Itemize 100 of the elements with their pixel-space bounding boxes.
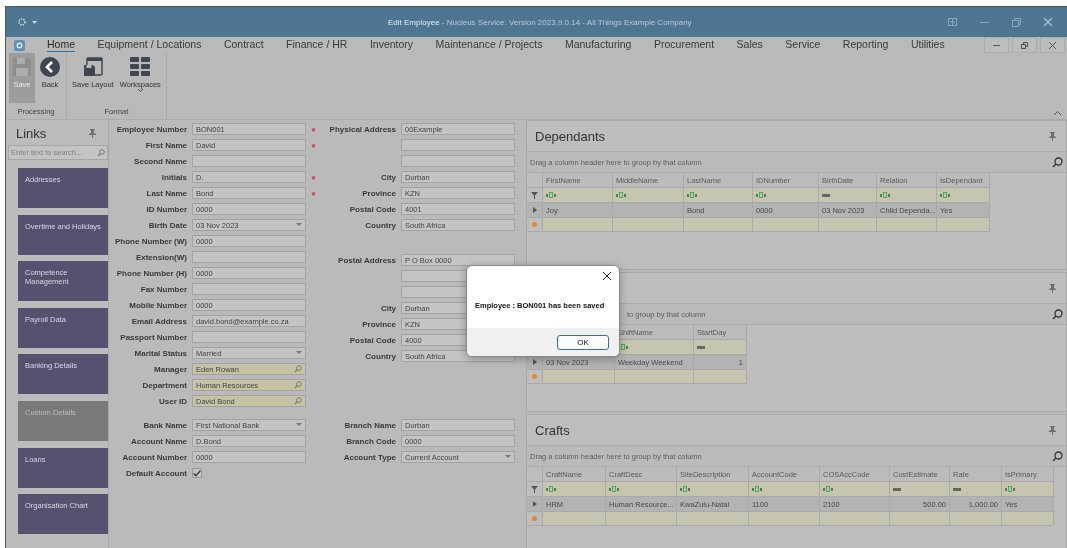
caret-icon[interactable] [296, 351, 302, 355]
filter-text-icon[interactable] [1005, 486, 1015, 492]
search-icon[interactable] [1052, 308, 1063, 320]
filter-text-icon[interactable] [880, 192, 890, 198]
field-label: Marital Status [133, 348, 188, 358]
filter-cell[interactable] [1002, 482, 1054, 497]
panel-icon[interactable] [947, 18, 957, 26]
menu-tab[interactable]: Utilities [910, 38, 945, 52]
filter-text-icon[interactable] [680, 486, 690, 492]
field-label: Employee Number [115, 124, 188, 134]
filter-cell[interactable] [543, 482, 606, 497]
back-icon [40, 57, 60, 77]
menu-tab[interactable]: Equipment / Locations [97, 38, 202, 52]
field-label: Postal Code [348, 335, 397, 345]
equals-icon[interactable] [953, 487, 961, 491]
new-row-icon [532, 516, 537, 521]
menu-tab[interactable]: Procurement [653, 38, 715, 52]
filter-cell[interactable] [606, 482, 677, 497]
collapse-icon[interactable] [1054, 111, 1061, 115]
minimize-icon[interactable] [979, 21, 989, 23]
row-indicator-icon [532, 207, 537, 213]
menu-tab[interactable]: Finance / HR [286, 38, 348, 52]
filter-text-icon[interactable] [546, 192, 556, 198]
grid-icon [130, 57, 151, 77]
field-label: Branch Name [343, 420, 397, 430]
field-label: Postal Address [337, 255, 397, 265]
field-label: Fax Number [139, 284, 188, 294]
pin-icon[interactable] [1049, 425, 1056, 435]
restore-icon[interactable] [1011, 17, 1021, 27]
filter-cell[interactable] [749, 482, 820, 497]
filter-cell[interactable] [684, 188, 753, 203]
pin-icon[interactable] [1049, 283, 1056, 293]
new-row-icon [532, 222, 537, 227]
filter-text-icon[interactable] [752, 486, 762, 492]
search-icon[interactable] [1052, 156, 1063, 168]
equals-icon[interactable] [697, 345, 705, 349]
close-icon[interactable] [603, 272, 611, 280]
text-field[interactable] [401, 155, 515, 167]
menu-tab[interactable]: Home [47, 38, 75, 52]
text-field[interactable] [192, 251, 306, 263]
filter-cell[interactable] [890, 482, 950, 497]
text-field[interactable] [401, 139, 515, 151]
pin-icon[interactable] [89, 129, 96, 138]
field-label: Department [141, 380, 188, 390]
menu-tab[interactable]: Manufacturing [564, 38, 632, 52]
equals-icon[interactable] [893, 487, 901, 491]
text-field[interactable] [192, 283, 306, 295]
filter-icon[interactable] [531, 485, 538, 493]
menu-tab[interactable]: Contract [223, 38, 264, 52]
filter-text-icon[interactable] [609, 486, 619, 492]
filter-cell[interactable] [819, 188, 877, 203]
minimize-icon [993, 44, 1000, 46]
close-button[interactable] [1040, 37, 1065, 53]
filter-cell[interactable] [820, 482, 890, 497]
pin-icon[interactable] [1049, 131, 1056, 141]
required-icon [310, 190, 316, 196]
filter-text-icon[interactable] [823, 486, 833, 492]
filter-text-icon[interactable] [546, 486, 556, 492]
window-title: Edit Employee [388, 17, 440, 27]
filter-icon[interactable] [531, 191, 538, 199]
ok-button[interactable]: OK [557, 334, 609, 350]
required-icon [310, 126, 316, 132]
caret-icon[interactable] [296, 423, 302, 427]
field-label: Email Address [130, 316, 188, 326]
filter-text-icon[interactable] [687, 192, 697, 198]
filter-text-icon[interactable] [756, 192, 766, 198]
menu-tab[interactable]: Service [785, 38, 821, 52]
settings-icon[interactable] [18, 18, 26, 26]
menu-tab[interactable]: Maintenance / Projects [435, 38, 543, 52]
field-label: Account Name [130, 436, 188, 446]
checkbox[interactable] [192, 468, 202, 478]
text-field[interactable] [192, 331, 306, 343]
filter-cell[interactable] [543, 188, 613, 203]
filter-cell[interactable] [613, 188, 684, 203]
equals-icon[interactable] [822, 193, 830, 197]
field-label: Default Account [124, 468, 188, 478]
app-icon[interactable] [14, 39, 25, 51]
field-label: Postal Code [348, 204, 397, 214]
menu-tab[interactable]: Reporting [842, 38, 889, 52]
row-indicator-icon [532, 359, 537, 365]
restore-button[interactable] [1012, 37, 1037, 53]
search-icon[interactable] [1052, 450, 1063, 462]
chevron-icon[interactable] [137, 89, 143, 92]
text-field[interactable] [192, 155, 306, 167]
filter-text-icon[interactable] [616, 192, 626, 198]
filter-cell[interactable] [877, 188, 937, 203]
restore-icon [1021, 41, 1028, 49]
row-indicator-icon [532, 501, 537, 507]
filter-cell[interactable] [950, 482, 1002, 497]
filter-cell[interactable] [694, 340, 747, 355]
caret-icon[interactable] [505, 455, 511, 459]
caret-icon[interactable] [32, 20, 37, 24]
filter-cell[interactable] [677, 482, 749, 497]
menu-tab[interactable]: Inventory [369, 38, 414, 52]
menu-tab[interactable]: Sales [736, 38, 763, 52]
filter-cell[interactable] [937, 188, 990, 203]
caret-icon[interactable] [296, 223, 302, 227]
filter-text-icon[interactable] [940, 192, 950, 198]
filter-cell[interactable] [753, 188, 819, 203]
field-label: Birth Date [147, 220, 188, 230]
